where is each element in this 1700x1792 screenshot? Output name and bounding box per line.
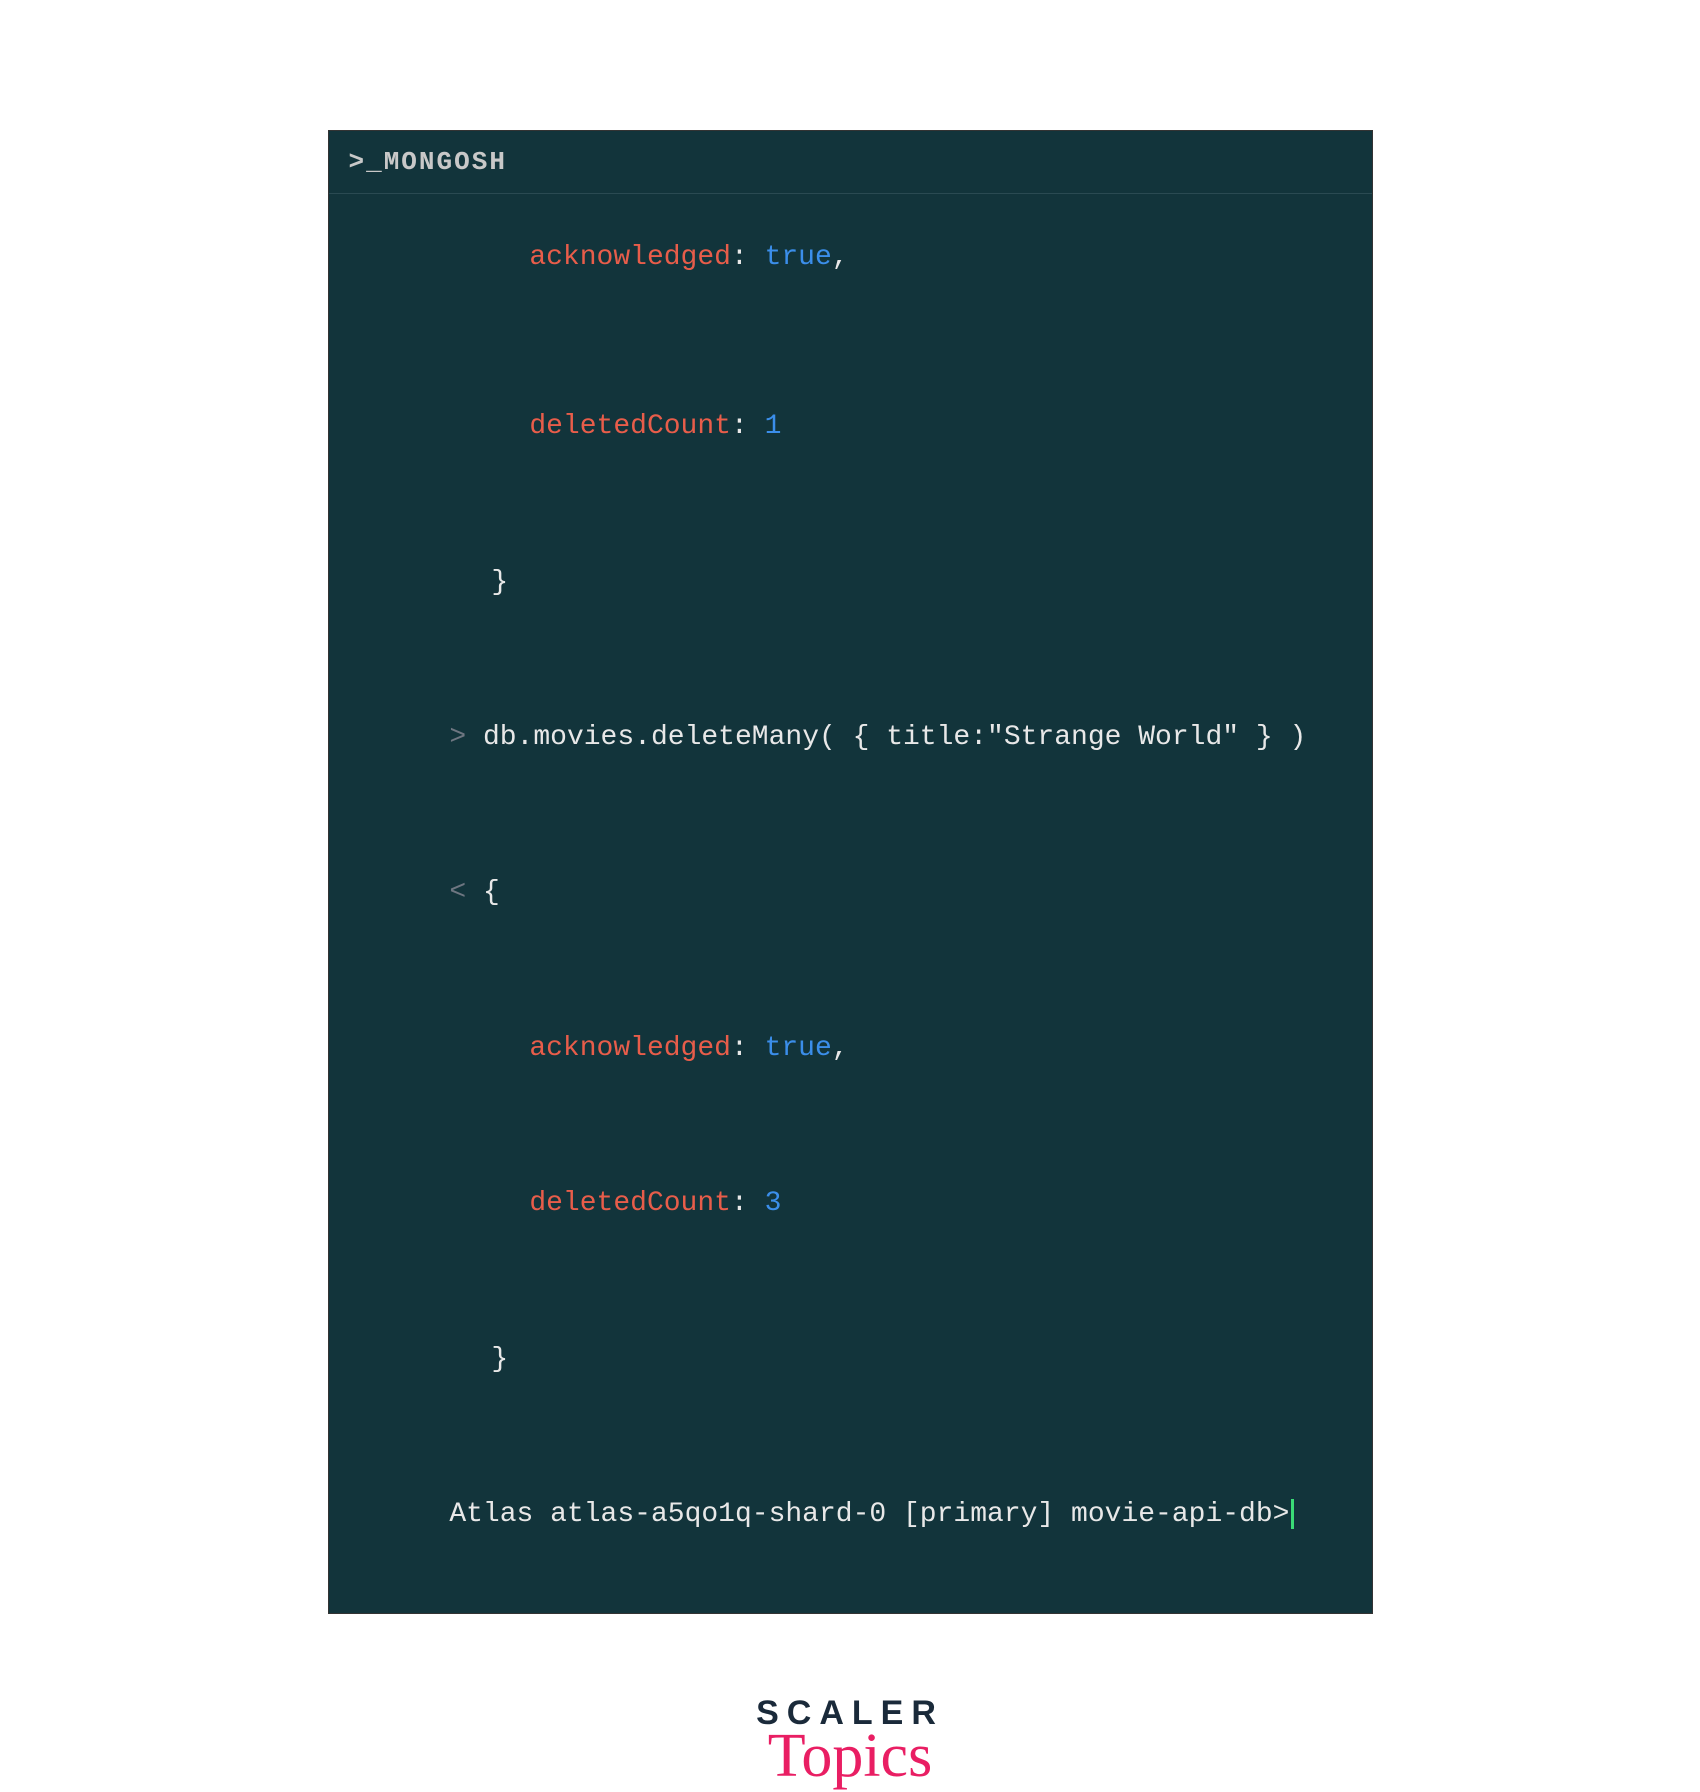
command-text: db.movies.deleteMany( { title:"Strange W… [483, 722, 1306, 753]
output-line-prev-ack: acknowledged: true, [349, 194, 1352, 335]
brand-logo: SCALER Topics [756, 1694, 944, 1792]
mongosh-terminal: >_MONGOSH acknowledged: true, deletedCou… [328, 130, 1373, 1614]
output-line-ack: acknowledged: true, [349, 971, 1352, 1126]
output-line-close: } [349, 1282, 1352, 1437]
json-value: 3 [765, 1188, 782, 1219]
cursor-icon [1291, 1499, 1294, 1529]
prompt-text: Atlas atlas-a5qo1q-shard-0 [primary] mov… [449, 1499, 1289, 1530]
prompt-line[interactable]: Atlas atlas-a5qo1q-shard-0 [primary] mov… [349, 1437, 1352, 1592]
json-key: acknowledged [529, 242, 731, 273]
json-value: 1 [765, 411, 782, 442]
json-value: true [765, 242, 832, 273]
output-line-prev-count: deletedCount: 1 [349, 349, 1352, 504]
terminal-title: >_MONGOSH [349, 147, 507, 177]
terminal-body[interactable]: acknowledged: true, deletedCount: 1 } > … [329, 194, 1372, 1613]
json-key: deletedCount [529, 1188, 731, 1219]
output-line-open: < { [349, 816, 1352, 971]
json-key: deletedCount [529, 411, 731, 442]
json-key: acknowledged [529, 1033, 731, 1064]
terminal-header: >_MONGOSH [329, 131, 1372, 194]
prompt-chevron-icon: > [449, 722, 483, 753]
output-line-count: deletedCount: 3 [349, 1126, 1352, 1281]
logo-text-bottom: Topics [756, 1721, 944, 1792]
result-chevron-icon: < [449, 877, 483, 908]
command-line: > db.movies.deleteMany( { title:"Strange… [349, 660, 1352, 815]
json-value: true [765, 1033, 832, 1064]
output-line-prev-close: } [349, 505, 1352, 660]
